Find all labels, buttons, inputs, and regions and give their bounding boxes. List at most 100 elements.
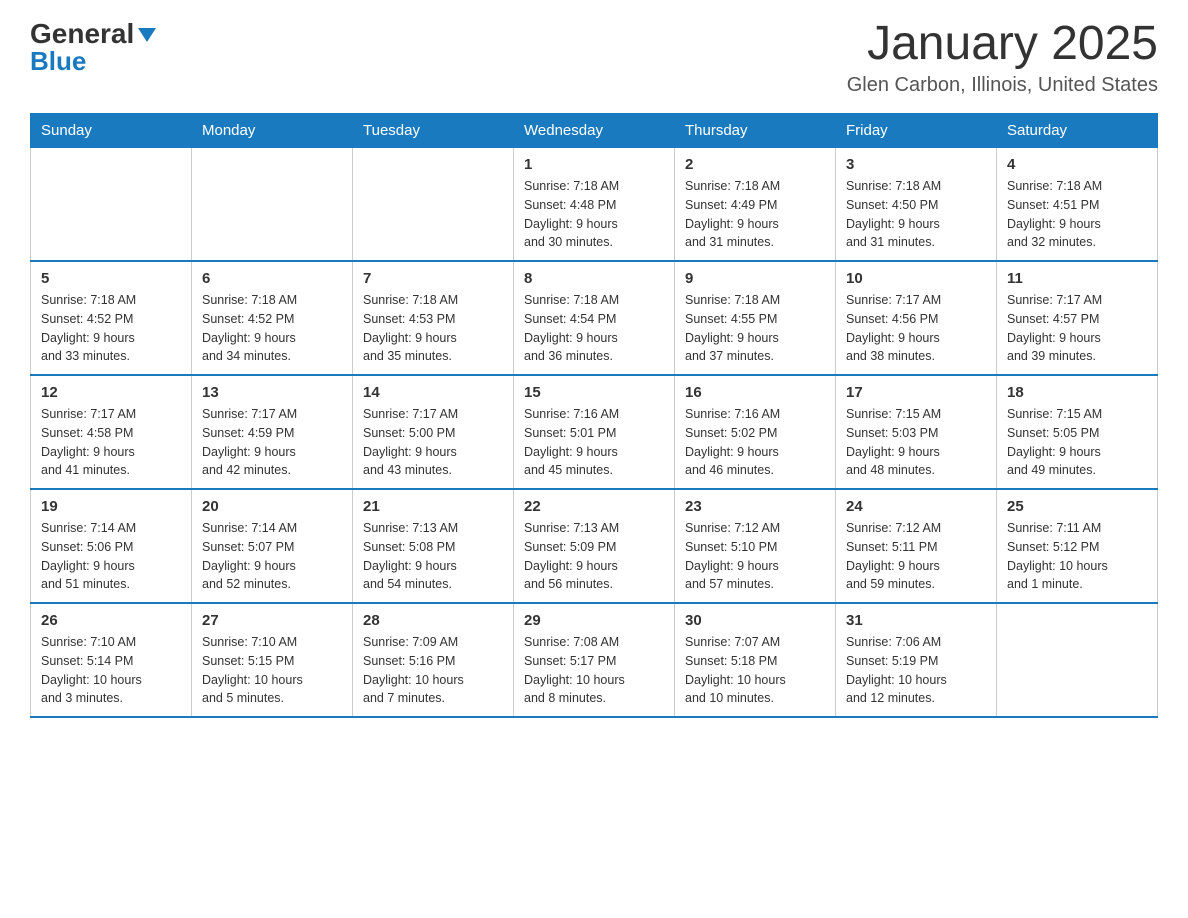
day-number: 31 (846, 612, 986, 629)
day-number: 7 (363, 270, 503, 287)
day-number: 23 (685, 498, 825, 515)
day-info: Sunrise: 7:18 AM Sunset: 4:51 PM Dayligh… (1007, 177, 1147, 252)
day-number: 9 (685, 270, 825, 287)
day-info: Sunrise: 7:18 AM Sunset: 4:52 PM Dayligh… (41, 291, 181, 366)
day-number: 27 (202, 612, 342, 629)
day-info: Sunrise: 7:10 AM Sunset: 5:14 PM Dayligh… (41, 633, 181, 708)
calendar-week-row: 12 Sunrise: 7:17 AM Sunset: 4:58 PM Dayli… (31, 375, 1158, 489)
day-of-week-header: Friday (836, 114, 997, 148)
calendar-day-cell: 10 Sunrise: 7:17 AM Sunset: 4:56 PM Dayli… (836, 261, 997, 375)
day-number: 13 (202, 384, 342, 401)
day-number: 4 (1007, 156, 1147, 173)
calendar-day-cell: 2 Sunrise: 7:18 AM Sunset: 4:49 PM Daylig… (675, 148, 836, 262)
calendar-day-cell: 24 Sunrise: 7:12 AM Sunset: 5:11 PM Dayli… (836, 489, 997, 603)
day-number: 19 (41, 498, 181, 515)
calendar-day-cell: 17 Sunrise: 7:15 AM Sunset: 5:03 PM Dayli… (836, 375, 997, 489)
day-of-week-header: Saturday (997, 114, 1158, 148)
day-number: 3 (846, 156, 986, 173)
day-number: 1 (524, 156, 664, 173)
day-number: 14 (363, 384, 503, 401)
day-number: 18 (1007, 384, 1147, 401)
calendar-day-cell: 21 Sunrise: 7:13 AM Sunset: 5:08 PM Dayli… (353, 489, 514, 603)
day-info: Sunrise: 7:11 AM Sunset: 5:12 PM Dayligh… (1007, 519, 1147, 594)
day-info: Sunrise: 7:09 AM Sunset: 5:16 PM Dayligh… (363, 633, 503, 708)
page-header: General Blue January 2025 Glen Carbon, I… (30, 20, 1158, 97)
calendar-day-cell: 6 Sunrise: 7:18 AM Sunset: 4:52 PM Daylig… (192, 261, 353, 375)
day-number: 6 (202, 270, 342, 287)
day-of-week-header: Monday (192, 114, 353, 148)
calendar-day-cell: 25 Sunrise: 7:11 AM Sunset: 5:12 PM Dayli… (997, 489, 1158, 603)
day-info: Sunrise: 7:18 AM Sunset: 4:54 PM Dayligh… (524, 291, 664, 366)
calendar-header-row: SundayMondayTuesdayWednesdayThursdayFrid… (31, 114, 1158, 148)
calendar-subtitle: Glen Carbon, Illinois, United States (847, 74, 1158, 97)
day-of-week-header: Tuesday (353, 114, 514, 148)
day-number: 17 (846, 384, 986, 401)
day-number: 21 (363, 498, 503, 515)
calendar-day-cell: 14Sunrise: 7:17 AM Sunset: 5:00 PM Dayli… (353, 375, 514, 489)
calendar-day-cell: 26Sunrise: 7:10 AM Sunset: 5:14 PM Dayli… (31, 603, 192, 717)
day-info: Sunrise: 7:15 AM Sunset: 5:05 PM Dayligh… (1007, 405, 1147, 480)
calendar-day-cell: 7 Sunrise: 7:18 AM Sunset: 4:53 PM Daylig… (353, 261, 514, 375)
day-number: 28 (363, 612, 503, 629)
day-number: 30 (685, 612, 825, 629)
day-info: Sunrise: 7:17 AM Sunset: 4:58 PM Dayligh… (41, 405, 181, 480)
calendar-day-cell: 18 Sunrise: 7:15 AM Sunset: 5:05 PM Dayli… (997, 375, 1158, 489)
calendar-day-cell: 19 Sunrise: 7:14 AM Sunset: 5:06 PM Dayli… (31, 489, 192, 603)
calendar-day-cell: 8 Sunrise: 7:18 AM Sunset: 4:54 PM Daylig… (514, 261, 675, 375)
calendar-day-cell: 22 Sunrise: 7:13 AM Sunset: 5:09 PM Dayli… (514, 489, 675, 603)
day-info: Sunrise: 7:16 AM Sunset: 5:01 PM Dayligh… (524, 405, 664, 480)
day-info: Sunrise: 7:18 AM Sunset: 4:53 PM Dayligh… (363, 291, 503, 366)
day-info: Sunrise: 7:06 AM Sunset: 5:19 PM Dayligh… (846, 633, 986, 708)
title-section: January 2025 Glen Carbon, Illinois, Unit… (847, 20, 1158, 97)
calendar-day-cell: 31 Sunrise: 7:06 AM Sunset: 5:19 PM Dayli… (836, 603, 997, 717)
day-number: 25 (1007, 498, 1147, 515)
day-info: Sunrise: 7:16 AM Sunset: 5:02 PM Dayligh… (685, 405, 825, 480)
day-info: Sunrise: 7:18 AM Sunset: 4:49 PM Dayligh… (685, 177, 825, 252)
day-number: 2 (685, 156, 825, 173)
day-number: 15 (524, 384, 664, 401)
day-info: Sunrise: 7:18 AM Sunset: 4:52 PM Dayligh… (202, 291, 342, 366)
calendar-day-cell: 27 Sunrise: 7:10 AM Sunset: 5:15 PM Dayli… (192, 603, 353, 717)
day-number: 22 (524, 498, 664, 515)
day-number: 10 (846, 270, 986, 287)
calendar-day-cell (997, 603, 1158, 717)
day-info: Sunrise: 7:15 AM Sunset: 5:03 PM Dayligh… (846, 405, 986, 480)
logo: General Blue (30, 20, 158, 74)
calendar-week-row: 19 Sunrise: 7:14 AM Sunset: 5:06 PM Dayli… (31, 489, 1158, 603)
calendar-day-cell (31, 148, 192, 262)
calendar-day-cell: 15 Sunrise: 7:16 AM Sunset: 5:01 PM Dayli… (514, 375, 675, 489)
calendar-day-cell: 4 Sunrise: 7:18 AM Sunset: 4:51 PM Daylig… (997, 148, 1158, 262)
calendar-day-cell: 3 Sunrise: 7:18 AM Sunset: 4:50 PM Daylig… (836, 148, 997, 262)
day-of-week-header: Sunday (31, 114, 192, 148)
day-number: 5 (41, 270, 181, 287)
day-number: 29 (524, 612, 664, 629)
day-number: 12 (41, 384, 181, 401)
day-info: Sunrise: 7:10 AM Sunset: 5:15 PM Dayligh… (202, 633, 342, 708)
day-info: Sunrise: 7:14 AM Sunset: 5:06 PM Dayligh… (41, 519, 181, 594)
calendar-day-cell: 13 Sunrise: 7:17 AM Sunset: 4:59 PM Dayli… (192, 375, 353, 489)
day-info: Sunrise: 7:14 AM Sunset: 5:07 PM Dayligh… (202, 519, 342, 594)
logo-text-blue: Blue (30, 48, 86, 74)
calendar-day-cell: 9 Sunrise: 7:18 AM Sunset: 4:55 PM Daylig… (675, 261, 836, 375)
day-info: Sunrise: 7:17 AM Sunset: 4:59 PM Dayligh… (202, 405, 342, 480)
day-number: 24 (846, 498, 986, 515)
logo-arrow-icon (136, 24, 158, 46)
calendar-day-cell: 5 Sunrise: 7:18 AM Sunset: 4:52 PM Daylig… (31, 261, 192, 375)
calendar-week-row: 1Sunrise: 7:18 AM Sunset: 4:48 PM Daylig… (31, 148, 1158, 262)
day-info: Sunrise: 7:12 AM Sunset: 5:11 PM Dayligh… (846, 519, 986, 594)
day-info: Sunrise: 7:07 AM Sunset: 5:18 PM Dayligh… (685, 633, 825, 708)
calendar-day-cell: 23Sunrise: 7:12 AM Sunset: 5:10 PM Dayli… (675, 489, 836, 603)
day-of-week-header: Thursday (675, 114, 836, 148)
calendar-week-row: 5 Sunrise: 7:18 AM Sunset: 4:52 PM Daylig… (31, 261, 1158, 375)
day-number: 8 (524, 270, 664, 287)
day-info: Sunrise: 7:17 AM Sunset: 4:56 PM Dayligh… (846, 291, 986, 366)
day-info: Sunrise: 7:17 AM Sunset: 4:57 PM Dayligh… (1007, 291, 1147, 366)
calendar-day-cell: 28 Sunrise: 7:09 AM Sunset: 5:16 PM Dayli… (353, 603, 514, 717)
day-info: Sunrise: 7:18 AM Sunset: 4:50 PM Dayligh… (846, 177, 986, 252)
day-info: Sunrise: 7:18 AM Sunset: 4:55 PM Dayligh… (685, 291, 825, 366)
day-info: Sunrise: 7:13 AM Sunset: 5:09 PM Dayligh… (524, 519, 664, 594)
day-number: 20 (202, 498, 342, 515)
day-of-week-header: Wednesday (514, 114, 675, 148)
day-number: 11 (1007, 270, 1147, 287)
day-info: Sunrise: 7:13 AM Sunset: 5:08 PM Dayligh… (363, 519, 503, 594)
